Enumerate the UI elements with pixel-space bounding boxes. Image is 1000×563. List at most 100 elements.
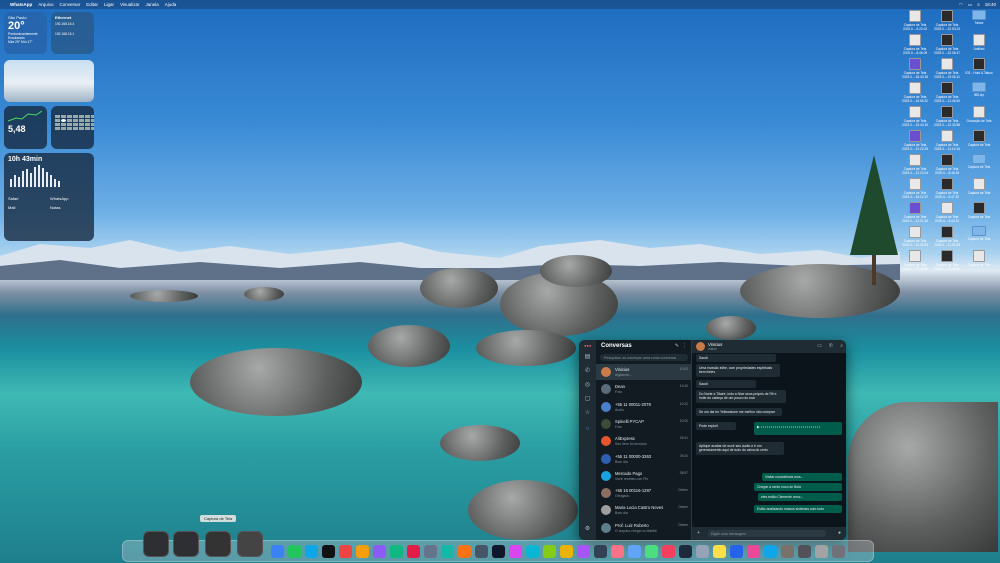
attach-icon[interactable]: +: [697, 530, 700, 536]
desktop-file-icon[interactable]: Captura de Tela: [964, 154, 994, 169]
dock-app-icon[interactable]: [645, 545, 658, 558]
dock-app-icon[interactable]: [509, 545, 522, 558]
dock-app-icon[interactable]: [628, 545, 641, 558]
dock-app-icon[interactable]: [662, 545, 675, 558]
dock-app-icon[interactable]: [390, 545, 403, 558]
search-icon[interactable]: ⌕: [840, 343, 843, 349]
dock-app-icon[interactable]: [305, 545, 318, 558]
desktop-file-icon[interactable]: Captura de Tela: [964, 250, 994, 267]
dock-app-icon[interactable]: [679, 545, 692, 558]
whatsapp-window[interactable]: ●●● ▤ ✆ ◎ ▢ ☆ ○ ⚙ Conversas ✎ ⋮ Pesquisa…: [579, 340, 846, 540]
chat-list-item[interactable]: AliExpress Seu item foi enviado 09:41: [596, 433, 692, 449]
menu-icon[interactable]: ⋮: [682, 343, 687, 349]
dock-app-icon[interactable]: [526, 545, 539, 558]
contact-avatar[interactable]: [696, 342, 705, 351]
dock-app-icon[interactable]: [747, 545, 760, 558]
dock-app-icon[interactable]: [424, 545, 437, 558]
menu-item-chat[interactable]: Conversar: [60, 2, 81, 7]
launchpad-icon[interactable]: [173, 531, 199, 557]
desktop-file-icon[interactable]: Captura de Tela: [964, 178, 994, 195]
dock-app-icon[interactable]: [271, 545, 284, 558]
starred-icon[interactable]: ☆: [584, 410, 591, 417]
menu-item-edit[interactable]: Editar: [86, 2, 98, 7]
desktop-file-icon[interactable]: Captura de Tela: [964, 202, 994, 219]
settings-icon[interactable]: ⚙: [584, 526, 591, 533]
message-bubble[interactable]: Se um dia for Yellowstone me melhor não …: [696, 408, 782, 417]
desktop-file-icon[interactable]: Captura de Tela 2025-0...-22.08.47: [932, 34, 962, 55]
dock-app-icon[interactable]: [730, 545, 743, 558]
menu-item-help[interactable]: Ajuda: [165, 2, 177, 7]
calendar-widget[interactable]: [51, 106, 94, 149]
menu-item-file[interactable]: Arquivo: [38, 2, 53, 7]
dock-app-icon[interactable]: [577, 545, 590, 558]
chat-list-item[interactable]: +55 16 00116-1297 Obrigado Ontem: [596, 485, 692, 501]
desktop-file-icon[interactable]: Captura de Tela 2025-0...-14.00.23: [900, 226, 930, 247]
battery-icon[interactable]: ▭: [968, 2, 972, 8]
calculator-icon[interactable]: [237, 531, 263, 557]
calls-icon[interactable]: ✆: [584, 368, 591, 375]
dock-app-icon[interactable]: [441, 545, 454, 558]
terminal-icon[interactable]: [143, 531, 169, 557]
desktop-file-icon[interactable]: Captura de Tela 2025-0...-8.46.54: [932, 154, 962, 175]
desktop-file-icon[interactable]: Captura de Tela: [964, 130, 994, 147]
screenshot-icon[interactable]: [205, 531, 231, 557]
desktop-file-icon[interactable]: Tahoe: [964, 10, 994, 25]
dock-app-icon[interactable]: [560, 545, 573, 558]
weather-widget[interactable]: São Paulo 20° Predominantemente Ensolara…: [4, 12, 47, 54]
desktop-file-icon[interactable]: Gravação de Tela: [964, 106, 994, 123]
dock-app-icon[interactable]: [339, 545, 352, 558]
desktop-file-icon[interactable]: Captura de Tela 2025-0...-18.43.18: [900, 58, 930, 79]
desktop-file-icon[interactable]: Captura de Tela 2025-0...-19.06.11: [932, 58, 962, 79]
voice-message[interactable]: ▶: [754, 422, 842, 435]
chat-list-item[interactable]: Dean Foto 10:40: [596, 381, 692, 397]
screen-time-widget[interactable]: 10h 43min Safari WhatsApp Mail Notas: [4, 153, 94, 241]
message-bubble[interactable]: Uma invasão inibe, com propriedades espi…: [696, 364, 780, 377]
desktop-file-icon[interactable]: Captura de Tela 2025-0...-15.44.15: [900, 106, 930, 127]
dock-app-icon[interactable]: [475, 545, 488, 558]
desktop-file-icon[interactable]: Captura de Tela 2025-0...-17.46.43: [900, 250, 930, 271]
dock-app-icon[interactable]: [713, 545, 726, 558]
desktop-file-icon[interactable]: Captura de Tela 2025-0...-9.44.10: [932, 202, 962, 223]
desktop-file-icon[interactable]: Captura de Tela 2025-0...-22.53.23: [932, 10, 962, 31]
menu-app-name[interactable]: WhatsApp: [10, 2, 32, 7]
dock-app-icon[interactable]: [764, 545, 777, 558]
voice-call-icon[interactable]: ✆: [829, 343, 833, 349]
dock-app-icon[interactable]: [594, 545, 607, 558]
desktop-file-icon[interactable]: Captura de Tela 2025-0...-11.46.53: [932, 82, 962, 103]
chat-list-item[interactable]: Maria Lucia Castro Neves Bom dia Ontem: [596, 502, 692, 518]
desktop-file-icon[interactable]: Captura de Tela 2025-0...-21.22.25: [900, 130, 930, 151]
message-bubble[interactable]: Do Norte a Tikaré, indo a Nice seus próp…: [696, 390, 786, 403]
message-bubble[interactable]: Saudi: [696, 380, 756, 389]
dock-app-icon[interactable]: [288, 545, 301, 558]
message-input[interactable]: Digite uma mensagem: [708, 530, 826, 537]
chat-list-item[interactable]: Spinelli PYCAP Foto 10:00: [596, 416, 692, 432]
desktop-file-icon[interactable]: Captura de Tela 2025-0...-12.33.58: [932, 106, 962, 127]
chat-list-item[interactable]: +55 11 00000-3263 Bom dia 09:20: [596, 451, 692, 467]
dock-app-icon[interactable]: [322, 545, 335, 558]
archive-icon[interactable]: ▢: [584, 396, 591, 403]
dock-app-icon[interactable]: [492, 545, 505, 558]
desktop-file-icon[interactable]: Untitled: [964, 34, 994, 51]
play-icon[interactable]: ▶: [757, 425, 760, 429]
chat-list-item[interactable]: Prof. Luiz Roberto O arquivo chega no Mai…: [596, 520, 692, 536]
message-bubble[interactable]: Estão analisando nossos sistemas com tod…: [754, 505, 842, 514]
message-bubble[interactable]: Chegar a cento novo de Bola: [754, 483, 842, 492]
dock-app-icon[interactable]: [543, 545, 556, 558]
desktop-file-icon[interactable]: Captura de Tela 2025-0...-8.46.09: [900, 34, 930, 55]
menu-item-call[interactable]: Ligar: [104, 2, 114, 7]
dock-app-icon[interactable]: [611, 545, 624, 558]
photo-widget[interactable]: [4, 60, 94, 102]
desktop-file-icon[interactable]: Captura de Tela: [964, 226, 994, 241]
status-icon[interactable]: ◎: [584, 382, 591, 389]
dock-app-icon[interactable]: [696, 545, 709, 558]
dock-app-icon[interactable]: [798, 545, 811, 558]
desktop-file-icon[interactable]: Captura de Tela 2025-0...-11.00.43: [932, 226, 962, 247]
desktop-file-icon[interactable]: Captura de Tela 2025-0...-8.23.02: [900, 10, 930, 31]
control-center-icon[interactable]: ≡: [977, 2, 980, 7]
message-bubble[interactable]: Visitar concidência mos...: [762, 473, 842, 482]
video-call-icon[interactable]: ▭: [817, 343, 822, 349]
desktop-file-icon[interactable]: Captura de Tela 2025-0...-9.47.52: [932, 178, 962, 199]
dock-app-icon[interactable]: [458, 545, 471, 558]
dock-app-icon[interactable]: [815, 545, 828, 558]
desktop-file-icon[interactable]: Captura de Tela 2025-0...-11.14.16: [932, 130, 962, 151]
